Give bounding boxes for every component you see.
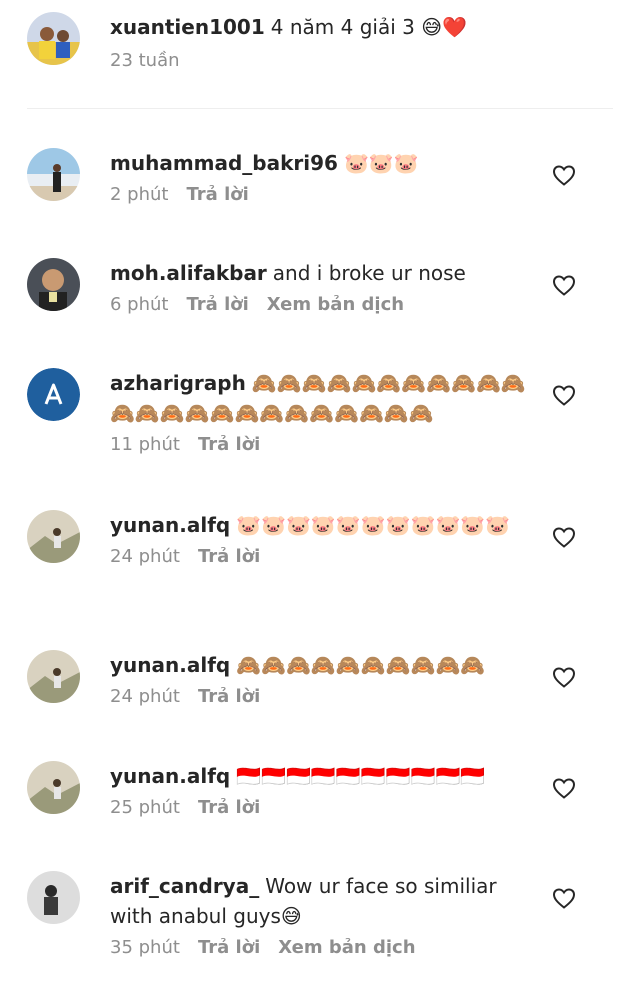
avatar[interactable]: [27, 761, 80, 814]
comment-username[interactable]: azharigraph: [110, 371, 246, 395]
avatar[interactable]: [27, 12, 80, 65]
comment-meta: 2 phút Trả lời: [110, 184, 530, 205]
comment-time: 25 phút: [110, 797, 180, 818]
comment-text: moh.alifakbar and i broke ur nose: [110, 258, 530, 288]
heart-icon[interactable]: [552, 384, 576, 406]
comment-emoji: 😅❤️: [421, 15, 467, 39]
see-translation-button[interactable]: Xem bản dịch: [267, 294, 404, 315]
reply-button[interactable]: Trả lời: [198, 937, 260, 958]
see-translation-button[interactable]: Xem bản dịch: [278, 937, 415, 958]
comment-time: 24 phút: [110, 546, 180, 567]
comment-username[interactable]: muhammad_bakri96: [110, 151, 338, 175]
heart-icon[interactable]: [552, 274, 576, 296]
avatar[interactable]: [27, 510, 80, 563]
comment-meta: 24 phút Trả lời: [110, 686, 530, 707]
heart-icon[interactable]: [552, 777, 576, 799]
avatar[interactable]: [27, 368, 80, 421]
comment-meta: 23 tuần: [110, 50, 530, 71]
comment-username[interactable]: yunan.alfq: [110, 764, 230, 788]
comment-meta: 24 phút Trả lời: [110, 546, 530, 567]
comment-meta: 6 phút Trả lời Xem bản dịch: [110, 294, 530, 315]
avatar[interactable]: [27, 258, 80, 311]
comment-username[interactable]: yunan.alfq: [110, 513, 230, 537]
avatar[interactable]: [27, 871, 80, 924]
comment-meta: 11 phút Trả lời: [110, 434, 530, 455]
reply-button[interactable]: Trả lời: [198, 434, 260, 455]
comment-time: 23 tuần: [110, 50, 180, 71]
comment-username[interactable]: moh.alifakbar: [110, 261, 267, 285]
heart-icon[interactable]: [552, 666, 576, 688]
comment-text: yunan.alfq 🙈🙈🙈🙈🙈🙈🙈🙈🙈🙈: [110, 650, 530, 680]
heart-icon[interactable]: [552, 887, 576, 909]
heart-icon[interactable]: [552, 526, 576, 548]
comment-text: yunan.alfq 🇮🇩🇮🇩🇮🇩🇮🇩🇮🇩🇮🇩🇮🇩🇮🇩🇮🇩🇮🇩: [110, 761, 530, 791]
comment-username[interactable]: xuantien1001: [110, 15, 265, 39]
comment-time: 2 phút: [110, 184, 169, 205]
avatar[interactable]: [27, 148, 80, 201]
comment-username[interactable]: arif_candrya_: [110, 874, 259, 898]
comment-emoji: 🙈🙈🙈🙈🙈🙈🙈🙈🙈🙈: [236, 653, 486, 677]
comment-emoji: 🐷🐷🐷🐷🐷🐷🐷🐷🐷🐷🐷: [236, 513, 511, 537]
comment-text: arif_candrya_ Wow ur face so similiar wit…: [110, 871, 530, 931]
comment-text: azharigraph 🙈🙈🙈🙈🙈🙈🙈🙈🙈🙈🙈🙈🙈🙈🙈🙈🙈🙈🙈🙈🙈🙈🙈🙈: [110, 368, 530, 428]
heart-icon[interactable]: [552, 164, 576, 186]
comment-message: and i broke ur nose: [272, 261, 466, 285]
comment-emoji: 🐷🐷🐷: [343, 151, 419, 175]
divider: [27, 108, 613, 109]
comment-time: 11 phút: [110, 434, 180, 455]
comment-meta: 25 phút Trả lời: [110, 797, 530, 818]
reply-button[interactable]: Trả lời: [198, 546, 260, 567]
comment-meta: 35 phút Trả lời Xem bản dịch: [110, 937, 530, 958]
comment-text: yunan.alfq 🐷🐷🐷🐷🐷🐷🐷🐷🐷🐷🐷: [110, 510, 530, 540]
comment-text: xuantien1001 4 năm 4 giải 3 😅❤️: [110, 12, 530, 42]
comment-time: 6 phút: [110, 294, 169, 315]
reply-button[interactable]: Trả lời: [186, 184, 248, 205]
comment-time: 24 phút: [110, 686, 180, 707]
comment-emoji: 😅: [280, 904, 302, 928]
comment-emoji: 🇮🇩🇮🇩🇮🇩🇮🇩🇮🇩🇮🇩🇮🇩🇮🇩🇮🇩🇮🇩: [236, 764, 486, 788]
comment-username[interactable]: yunan.alfq: [110, 653, 230, 677]
reply-button[interactable]: Trả lời: [198, 686, 260, 707]
comment-message: 4 năm 4 giải 3: [270, 15, 415, 39]
avatar[interactable]: [27, 650, 80, 703]
comment-time: 35 phút: [110, 937, 180, 958]
comment-text: muhammad_bakri96 🐷🐷🐷: [110, 148, 530, 178]
reply-button[interactable]: Trả lời: [198, 797, 260, 818]
reply-button[interactable]: Trả lời: [186, 294, 248, 315]
